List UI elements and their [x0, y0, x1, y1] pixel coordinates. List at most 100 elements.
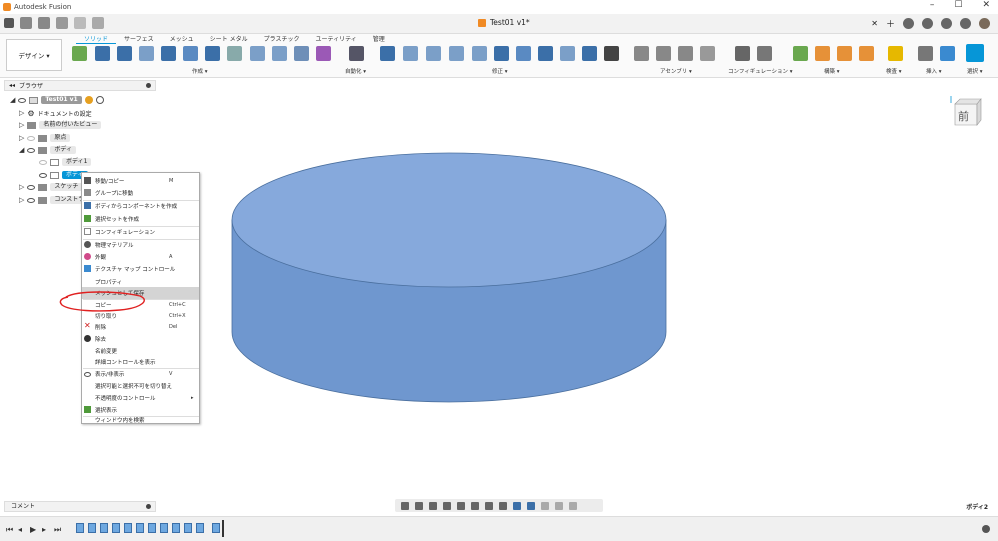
extensions-icon[interactable]: [941, 18, 952, 29]
visibility-icon[interactable]: [27, 197, 36, 203]
menu-item-show-details[interactable]: 詳細コントロールを表示: [82, 356, 199, 368]
expand-arrow-icon[interactable]: ▷: [19, 196, 24, 204]
new-tab-icon[interactable]: ＋: [886, 17, 895, 30]
new-component-icon[interactable]: [634, 46, 649, 61]
web-icon[interactable]: [227, 46, 242, 61]
draft-icon[interactable]: [472, 46, 487, 61]
avatar[interactable]: [979, 18, 990, 29]
visibility-icon[interactable]: [39, 159, 47, 165]
hole-icon[interactable]: [139, 46, 154, 61]
browser-panel-header[interactable]: ◂◂ ブラウザ: [4, 80, 156, 91]
form-icon[interactable]: [316, 46, 331, 61]
tab-plastic[interactable]: プラスチック: [256, 35, 308, 44]
viewcube[interactable]: 前: [950, 95, 982, 127]
automate-icon[interactable]: [349, 46, 364, 61]
workspace-selector[interactable]: デザイン ▾: [6, 39, 62, 71]
orbit-icon[interactable]: [401, 501, 409, 510]
as-built-joint-icon[interactable]: [678, 46, 693, 61]
group-inspect[interactable]: 検査 ▾: [886, 67, 902, 75]
insert-image-icon[interactable]: [940, 46, 955, 61]
timeline-feature[interactable]: [196, 523, 204, 533]
collapse-icon[interactable]: ◂◂: [9, 82, 15, 89]
timeline-feature[interactable]: [124, 523, 132, 533]
midplane-icon[interactable]: [859, 46, 874, 61]
view-iso-icon[interactable]: [513, 501, 521, 510]
expand-arrow-icon[interactable]: ▷: [19, 109, 24, 117]
expand-arrow-icon[interactable]: ▷: [19, 183, 24, 191]
group-configuration[interactable]: コンフィギュレーション ▾: [728, 67, 793, 75]
offset-plane-icon[interactable]: [793, 46, 808, 61]
visibility-icon[interactable]: [39, 172, 47, 178]
menu-item-texture-map[interactable]: テクスチャ マップ コントロール: [82, 263, 199, 275]
pin-icon[interactable]: [146, 83, 151, 88]
loft-icon[interactable]: [183, 46, 198, 61]
job-status-icon[interactable]: [903, 18, 914, 29]
play-icon[interactable]: ▶: [30, 525, 36, 534]
visibility-icon[interactable]: [18, 97, 27, 103]
maximize-button[interactable]: ☐: [954, 0, 962, 10]
expand-arrow-icon[interactable]: ▷: [19, 134, 24, 142]
timeline-feature[interactable]: [184, 523, 192, 533]
help-icon[interactable]: [960, 18, 971, 29]
select-icon[interactable]: [966, 44, 984, 62]
view-right-icon[interactable]: [555, 501, 563, 510]
timeline-marker[interactable]: [222, 520, 224, 537]
tab-mesh[interactable]: メッシュ: [162, 35, 202, 44]
visibility-icon[interactable]: [27, 135, 36, 141]
close-button[interactable]: ✕: [982, 0, 990, 10]
sweep-icon[interactable]: [161, 46, 176, 61]
expand-arrow-icon[interactable]: ▷: [19, 121, 24, 129]
group-automate[interactable]: 自動化 ▾: [345, 67, 366, 75]
fit-icon[interactable]: [457, 501, 465, 510]
menu-item-create-selection-set[interactable]: 選択セットを作成: [82, 213, 199, 225]
timeline-feature[interactable]: [136, 523, 144, 533]
view-top-icon[interactable]: [541, 501, 549, 510]
extrude-icon[interactable]: [95, 46, 110, 61]
menu-item-physical-material[interactable]: 物理マテリアル: [82, 239, 199, 251]
align-icon[interactable]: [582, 46, 597, 61]
press-pull-icon[interactable]: [380, 46, 395, 61]
tree-item-bodies[interactable]: ◢ ボディ: [19, 145, 76, 155]
group-insert[interactable]: 挿入 ▾: [926, 67, 942, 75]
timeline-feature[interactable]: [172, 523, 180, 533]
scale-icon[interactable]: [494, 46, 509, 61]
motion-link-icon[interactable]: [700, 46, 715, 61]
config-grid-icon[interactable]: [757, 46, 772, 61]
radio-icon[interactable]: [95, 96, 104, 104]
config-table-icon[interactable]: [735, 46, 750, 61]
step-back-icon[interactable]: ◂: [18, 525, 22, 534]
mirror-icon[interactable]: [272, 46, 287, 61]
menu-item-toggle-selectable[interactable]: 選択可能と選択不可を切り替え: [82, 380, 199, 392]
tangent-plane-icon[interactable]: [837, 46, 852, 61]
tab-sheet-metal[interactable]: シート メタル: [202, 35, 256, 44]
go-to-start-icon[interactable]: ⏮: [6, 525, 13, 535]
tree-item-document-settings[interactable]: ▷ ⚙ ドキュメントの設定: [19, 108, 92, 118]
grid-snaps-icon[interactable]: [485, 501, 493, 510]
combine-icon[interactable]: [516, 46, 531, 61]
timeline-settings-icon[interactable]: [982, 525, 990, 533]
menu-item-appearance[interactable]: 外観 A: [82, 251, 199, 263]
tab-solid[interactable]: ソリッド: [76, 35, 117, 44]
menu-item-show-hide[interactable]: 表示/非表示 V: [82, 368, 199, 380]
menu-item-create-component[interactable]: ボディからコンポーネントを作成: [82, 200, 199, 212]
group-create[interactable]: 作成 ▾: [192, 67, 208, 75]
create-sketch-icon[interactable]: [72, 46, 87, 61]
notifications-icon[interactable]: [922, 18, 933, 29]
menu-item-find-in-window[interactable]: ウィンドウ内を検索: [82, 414, 199, 426]
plane-at-angle-icon[interactable]: [815, 46, 830, 61]
timeline-feature[interactable]: [160, 523, 168, 533]
pattern-icon[interactable]: [250, 46, 265, 61]
active-component-icon[interactable]: [84, 96, 93, 104]
file-menu-icon[interactable]: [20, 17, 32, 29]
timeline-feature[interactable]: [112, 523, 120, 533]
cylinder-body[interactable]: [228, 150, 670, 418]
tab-surface[interactable]: サーフェス: [116, 35, 162, 44]
group-select[interactable]: 選択 ▾: [967, 67, 983, 75]
tree-item-body1[interactable]: ボディ1: [39, 157, 92, 167]
menu-item-move-to-group[interactable]: グループに移動: [82, 187, 199, 199]
menu-item-remove[interactable]: 除去: [82, 333, 199, 345]
menu-item-opacity-control[interactable]: 不透明度のコントロール ▸: [82, 392, 199, 404]
tree-item-sketches[interactable]: ▷ スケッチ: [19, 182, 83, 192]
app-grid-icon[interactable]: [4, 18, 14, 28]
chamfer-icon[interactable]: [426, 46, 441, 61]
